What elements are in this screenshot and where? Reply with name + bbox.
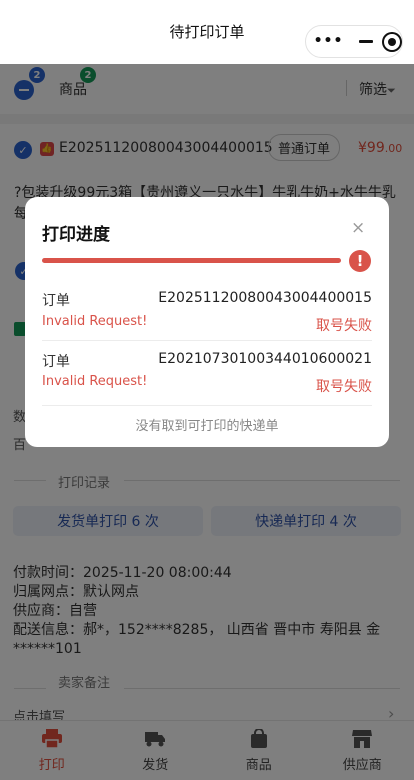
more-icon[interactable]: ••• [306, 25, 351, 58]
divider [42, 340, 372, 341]
row-error: Invalid Request! [42, 314, 148, 329]
row-order-number: E20210730100344010600021 [158, 351, 372, 367]
nav-bar: 待打印订单 ••• [0, 0, 414, 64]
close-miniprogram-icon[interactable] [382, 31, 402, 52]
row-error: Invalid Request! [42, 374, 148, 389]
row-status: 取号失败 [316, 318, 372, 334]
row-label: 订单 [42, 293, 70, 309]
dialog-footer: 没有取到可打印的快递单 [135, 419, 279, 434]
page-title: 待打印订单 [169, 22, 245, 41]
print-progress-dialog: 打印进度 × ! 订单 E20251120080043004400015 Inv… [25, 197, 389, 447]
mini-program-capsule: ••• [305, 25, 403, 58]
row-label: 订单 [42, 354, 70, 370]
close-icon[interactable]: × [351, 218, 365, 238]
dialog-title: 打印进度 [42, 225, 110, 245]
error-icon: ! [349, 250, 371, 272]
row-order-number: E20251120080043004400015 [158, 290, 372, 306]
divider [42, 405, 372, 406]
minimize-icon[interactable] [351, 40, 380, 43]
row-status: 取号失败 [316, 379, 372, 395]
progress-bar [42, 258, 341, 263]
